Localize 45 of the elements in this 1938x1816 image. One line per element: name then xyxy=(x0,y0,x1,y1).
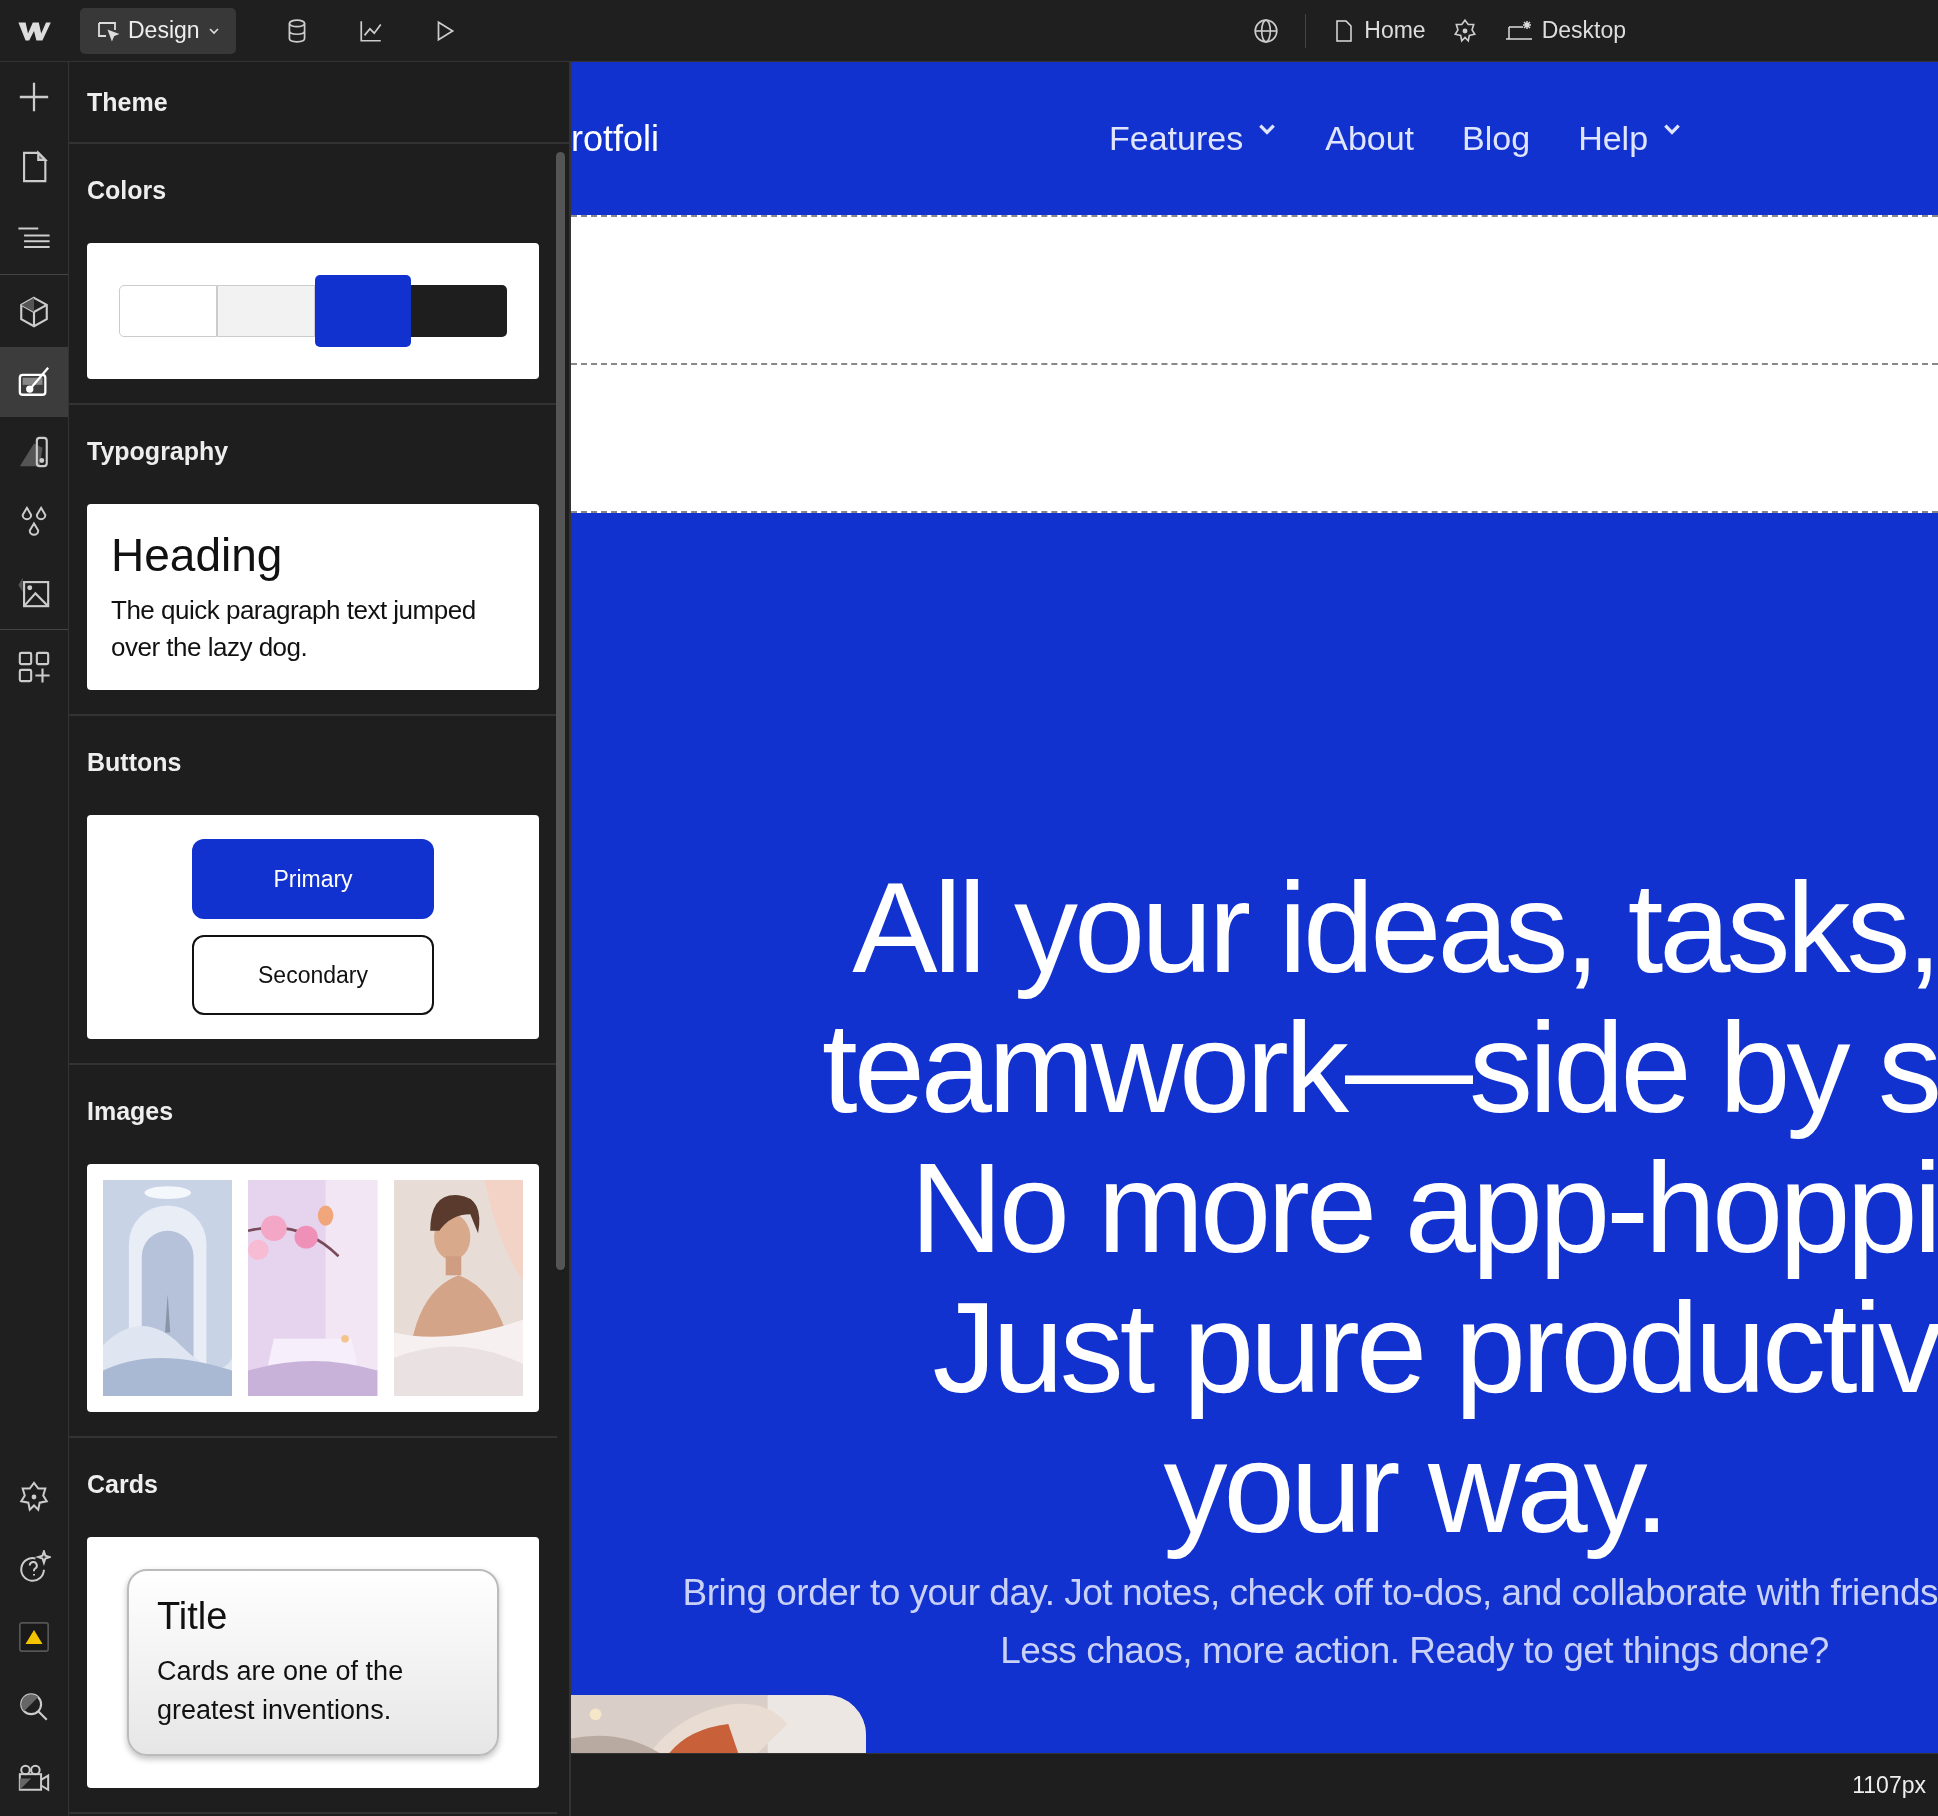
nav-link[interactable]: Blog xyxy=(1462,119,1531,158)
canvas-width: 1107px xyxy=(1852,1771,1926,1799)
heading-sample: Heading xyxy=(111,528,284,582)
nav-link[interactable]: About xyxy=(1325,119,1415,158)
hero-heading-line: No more app-hoppi xyxy=(909,1138,1938,1278)
hero-heading-line: teamwork—side by s xyxy=(821,998,1938,1138)
hero-paragraph-line: Less chaos, more action. Ready to get things done? xyxy=(999,1629,1830,1673)
design-mode-button[interactable]: Design xyxy=(80,7,236,54)
hero-heading-line: your way. xyxy=(1162,1418,1666,1558)
nav-link[interactable]: Features xyxy=(1109,119,1244,158)
hero-paragraph-line: Bring order to your day. Jot notes, check off to-dos, and collaborate with friends xyxy=(681,1571,1938,1615)
globe-icon[interactable] xyxy=(1253,17,1280,44)
color-swatch[interactable] xyxy=(217,285,315,337)
nav-link[interactable]: Help xyxy=(1578,119,1649,158)
paragraph-sample: The quick paragraph text jumped over the lazy dog. xyxy=(111,594,477,664)
hero-heading-line: Just pure productiv xyxy=(931,1278,1938,1418)
section-title: Typography xyxy=(87,436,230,467)
swatch-icon xyxy=(17,435,51,469)
color-swatch[interactable] xyxy=(315,275,411,347)
card-title: Title xyxy=(157,1595,229,1638)
secondary-button[interactable]: Secondary xyxy=(192,935,434,1015)
apps-icon xyxy=(17,650,51,684)
gear-icon[interactable] xyxy=(17,1480,51,1514)
site-brand[interactable]: rotfoli xyxy=(571,117,660,160)
section-title: Buttons xyxy=(87,747,183,778)
primary-button[interactable]: Primary xyxy=(192,839,434,919)
scrollbar[interactable] xyxy=(556,152,565,1270)
section-title: Cards xyxy=(87,1469,159,1500)
section-title: Colors xyxy=(87,175,168,206)
image-icon xyxy=(17,575,51,609)
section-title: Images xyxy=(87,1096,175,1127)
panel-title: Theme xyxy=(69,62,569,144)
brush-icon xyxy=(17,365,51,399)
desktop-icon xyxy=(1503,18,1534,43)
breakpoint-selector[interactable]: Desktop xyxy=(1503,17,1626,44)
help-icon[interactable] xyxy=(17,1550,51,1584)
color-swatch[interactable] xyxy=(411,285,507,337)
settings-icon[interactable] xyxy=(1451,17,1478,44)
page-selector[interactable]: Home xyxy=(1332,17,1426,44)
hero-heading-line: All your ideas, tasks, xyxy=(851,858,1938,998)
card-text: Cards are one of the greatest inventions. xyxy=(157,1655,405,1727)
plus-icon xyxy=(17,80,51,114)
cube-icon xyxy=(17,295,51,329)
warning-icon[interactable] xyxy=(17,1620,51,1654)
color-swatch[interactable] xyxy=(119,285,217,337)
